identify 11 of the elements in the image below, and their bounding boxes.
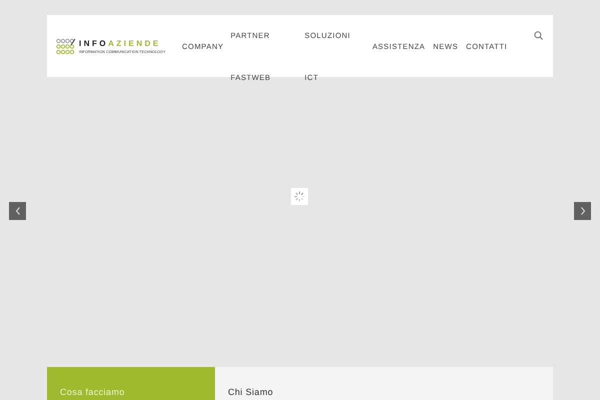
logo-word: AZIENDE xyxy=(108,38,161,48)
next-arrow-button[interactable] xyxy=(574,202,591,220)
chevron-left-icon xyxy=(14,207,20,215)
loading-spinner-icon xyxy=(291,188,308,205)
logo-word: INFO xyxy=(79,38,108,48)
panel-title: Chi Siamo xyxy=(228,387,274,397)
chevron-right-icon xyxy=(580,207,586,215)
previous-arrow-button[interactable] xyxy=(9,202,26,220)
dots-logo-icon xyxy=(56,38,76,54)
search-icon[interactable] xyxy=(534,31,543,40)
panel-title: Cosa facciamo xyxy=(60,387,125,397)
